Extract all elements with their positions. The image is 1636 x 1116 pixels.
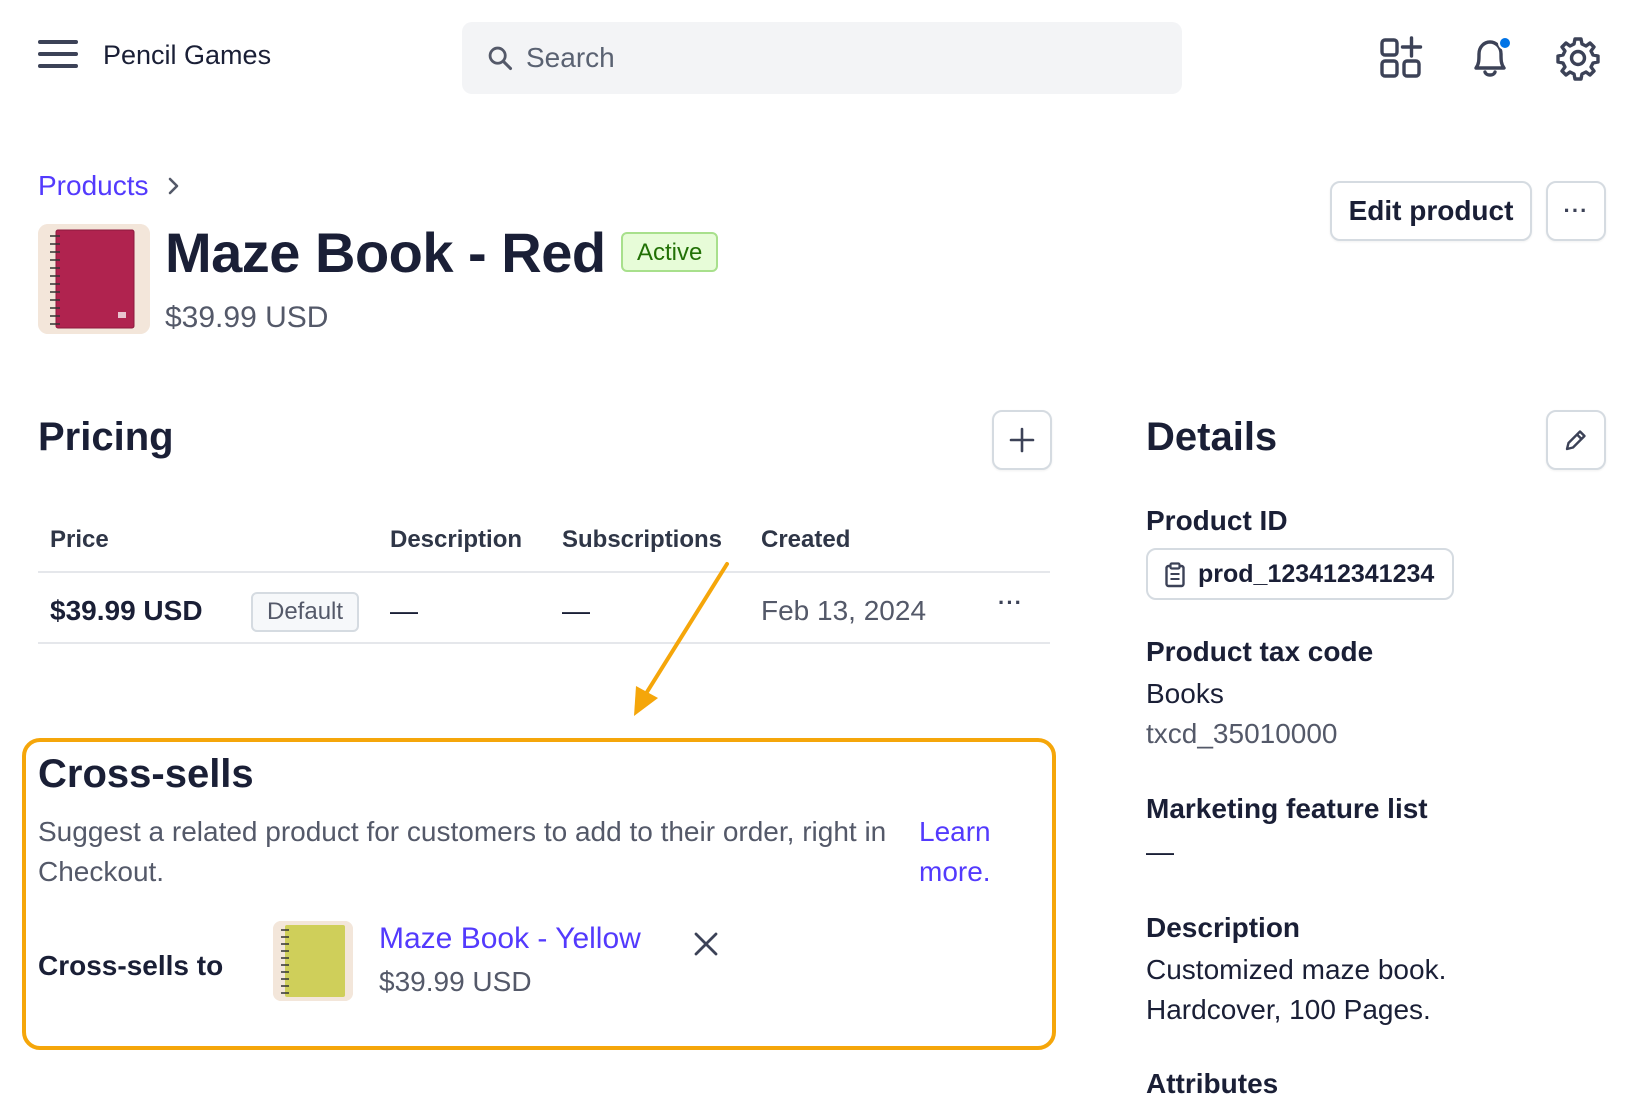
add-apps-icon[interactable] bbox=[1378, 34, 1426, 82]
subscriptions-cell: — bbox=[562, 595, 590, 626]
menu-icon[interactable] bbox=[38, 40, 78, 74]
table-divider bbox=[38, 642, 1050, 644]
cross-sells-to-label: Cross-sells to bbox=[38, 950, 224, 981]
product-id-copy-chip[interactable]: prod_123412341234 bbox=[1146, 548, 1455, 600]
clipboard-icon bbox=[1165, 562, 1185, 588]
table-divider bbox=[38, 571, 1050, 573]
created-cell: Feb 13, 2024 bbox=[761, 595, 927, 626]
marketing-feature-list-value: — bbox=[1146, 836, 1174, 867]
top-bar: Pencil Games bbox=[0, 0, 1636, 120]
pencil-icon bbox=[1565, 430, 1586, 451]
column-header-price: Price bbox=[50, 526, 109, 553]
app-name: Pencil Games bbox=[103, 40, 272, 70]
plus-icon bbox=[1009, 427, 1035, 453]
add-price-button[interactable] bbox=[992, 410, 1052, 470]
price-cell: $39.99 USD bbox=[50, 595, 203, 626]
description-cell: — bbox=[390, 595, 418, 626]
details-heading: Details bbox=[1146, 415, 1278, 459]
column-header-subscriptions: Subscriptions bbox=[562, 526, 723, 553]
search-icon bbox=[488, 46, 513, 71]
row-more-button[interactable]: ··· bbox=[998, 590, 1023, 616]
learn-more-link[interactable]: Learn more. bbox=[919, 812, 1019, 892]
breadcrumb-products-link[interactable]: Products bbox=[38, 170, 149, 202]
close-icon[interactable] bbox=[690, 928, 722, 960]
default-badge: Default bbox=[251, 592, 360, 632]
description-line-1: Customized maze book. bbox=[1146, 954, 1447, 985]
description-line-2: Hardcover, 100 Pages. bbox=[1146, 994, 1431, 1025]
tax-code-id: txcd_35010000 bbox=[1146, 718, 1338, 749]
attributes-label: Attributes bbox=[1146, 1068, 1279, 1099]
cross-sells-description: Suggest a related product for customers … bbox=[38, 816, 887, 887]
marketing-feature-list-label: Marketing feature list bbox=[1146, 793, 1428, 824]
product-id-label: Product ID bbox=[1146, 505, 1288, 536]
column-header-description: Description bbox=[390, 526, 523, 553]
notification-dot bbox=[1498, 36, 1512, 50]
more-actions-button[interactable]: ··· bbox=[1546, 181, 1606, 241]
product-image bbox=[38, 224, 150, 334]
cross-sell-product-image bbox=[273, 921, 353, 1001]
edit-details-button[interactable] bbox=[1546, 410, 1606, 470]
description-label: Description bbox=[1146, 912, 1301, 943]
edit-product-button[interactable]: Edit product bbox=[1330, 181, 1532, 241]
cross-sell-product-price: $39.99 USD bbox=[379, 966, 532, 997]
cross-sell-product-link[interactable]: Maze Book - Yellow bbox=[379, 922, 641, 956]
product-tax-code-label: Product tax code bbox=[1146, 636, 1374, 667]
search-input[interactable] bbox=[526, 36, 1146, 80]
annotation-arrow bbox=[634, 562, 729, 716]
pricing-heading: Pricing bbox=[38, 415, 174, 459]
product-price: $39.99 USD bbox=[165, 301, 329, 334]
bell-icon[interactable] bbox=[1466, 34, 1514, 82]
chevron-right-icon bbox=[168, 177, 178, 195]
search-bar[interactable] bbox=[462, 22, 1182, 94]
page-title: Maze Book - Red bbox=[165, 221, 606, 284]
breadcrumb: Products bbox=[38, 170, 181, 202]
cross-sells-heading: Cross-sells bbox=[38, 752, 254, 796]
tax-code-name: Books bbox=[1146, 678, 1224, 709]
product-id-value: prod_123412341234 bbox=[1198, 560, 1435, 588]
gear-icon[interactable] bbox=[1554, 34, 1602, 82]
column-header-created: Created bbox=[761, 526, 851, 553]
status-badge: Active bbox=[621, 232, 719, 272]
